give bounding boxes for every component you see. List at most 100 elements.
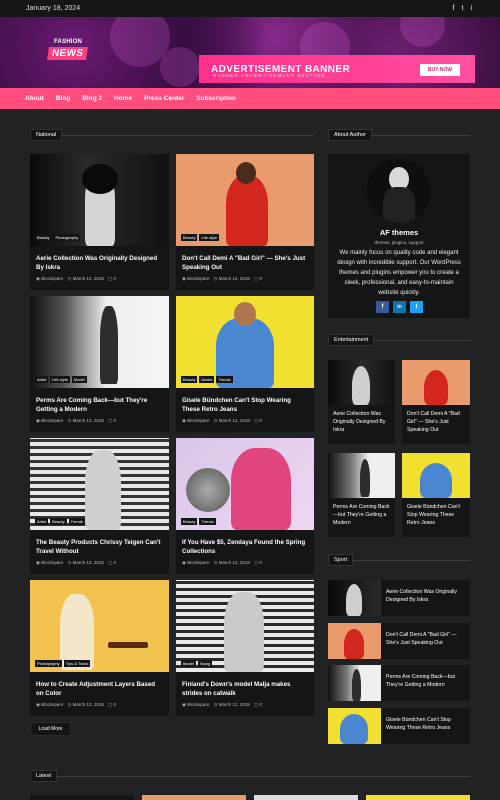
tag-badge[interactable]: Photography [53, 234, 81, 241]
article-image[interactable] [328, 708, 381, 744]
article-card[interactable]: Artist Life style Model Perms Are Coming… [30, 296, 169, 432]
article-title[interactable]: If You Have $5, Zendaya Found the Spring… [182, 538, 308, 556]
latest-card-image[interactable] [30, 795, 134, 800]
facebook-icon[interactable]: f [453, 5, 455, 12]
article-image[interactable] [176, 154, 314, 246]
tag-badge[interactable]: Trends [216, 376, 233, 383]
sport-list-item[interactable]: Perms Are Coming Back—but They're Gettin… [328, 665, 470, 701]
author-name[interactable]: ◉ Blockspare [36, 276, 63, 282]
nav-item-subscription[interactable]: Subscription [196, 95, 236, 102]
tag-badge[interactable]: Artist [35, 376, 49, 383]
article-title[interactable]: Perms Are Coming Back—but They're Gettin… [386, 673, 466, 689]
article-title[interactable]: Perms Are Coming Back—but They're Gettin… [333, 503, 391, 527]
article-title[interactable]: Finland's Down's model Malja makes strid… [182, 680, 308, 698]
article-card[interactable]: Beauty Model Trends Gisele Bündchen Can'… [176, 296, 314, 432]
article-title[interactable]: Perms Are Coming Back—but They're Gettin… [36, 396, 163, 414]
article-card[interactable]: Beauty Trends If You Have $5, Zendaya Fo… [176, 438, 314, 574]
sport-list-item[interactable]: Aerie Collection Was Originally Designed… [328, 580, 470, 616]
article-image[interactable] [402, 360, 470, 405]
entertainment-card[interactable]: Aerie Collection Was Originally Designed… [328, 360, 395, 444]
comment-count[interactable]: ▢ 0 [254, 418, 262, 424]
article-image[interactable] [402, 453, 470, 498]
latest-card-image[interactable] [254, 795, 358, 800]
nav-item-press-center[interactable]: Press Center [144, 95, 184, 102]
load-more-button[interactable]: Load More [30, 722, 71, 736]
article-card[interactable]: Beauty Life style Don't Call Demi A "Bad… [176, 154, 314, 290]
article-card[interactable]: Beauty Photography Aerie Collection Was … [30, 154, 169, 290]
tag-badge[interactable]: Model [199, 376, 215, 383]
entertainment-card[interactable]: Don't Call Demi A "Bad Girl" — She's Jus… [402, 360, 470, 444]
tag-badge[interactable]: Life style [50, 376, 70, 383]
advertisement-banner[interactable]: ADVERTISEMENT BANNER BANNER ADVERTISEMEN… [199, 55, 475, 83]
author-name[interactable]: ◉ Blockspare [36, 418, 63, 424]
tag-badge[interactable]: Photography [35, 660, 62, 667]
site-logo[interactable]: FASHION NEWS [47, 39, 90, 65]
nav-item-blog[interactable]: Blog [56, 95, 70, 102]
nav-item-home[interactable]: Home [114, 95, 132, 102]
article-title[interactable]: Aerie Collection Was Originally Designed… [333, 410, 391, 434]
author-name[interactable]: ◉ Blockspare [36, 560, 63, 566]
article-title[interactable]: How to Create Adjustment Layers Based on… [36, 680, 163, 698]
twitter-icon[interactable]: t [461, 5, 463, 12]
latest-card-image[interactable] [366, 795, 470, 800]
article-image[interactable] [328, 453, 395, 498]
article-image[interactable] [176, 580, 314, 672]
tag-badge[interactable]: Model [181, 660, 196, 667]
tag-badge[interactable]: Beauty [181, 234, 198, 241]
tag-badge[interactable]: Beauty [50, 518, 67, 525]
article-image[interactable] [30, 580, 169, 672]
article-title[interactable]: Aerie Collection Was Originally Designed… [386, 588, 466, 604]
latest-card-image[interactable] [142, 795, 246, 800]
article-title[interactable]: Don't Call Demi A "Bad Girl" — She's Jus… [407, 410, 466, 434]
article-image[interactable] [30, 296, 169, 388]
buy-now-button[interactable]: BUY NOW [419, 64, 460, 76]
article-title[interactable]: Don't Call Demi A "Bad Girl" — She's Jus… [386, 631, 466, 647]
comment-count[interactable]: ▢ 0 [108, 276, 116, 282]
author-name[interactable]: ◉ Blockspare [182, 560, 209, 566]
facebook-icon[interactable]: f [376, 301, 389, 313]
article-title[interactable]: The Beauty Products Chrissy Teigen Can't… [36, 538, 163, 556]
author-name[interactable]: ◉ Blockspare [36, 702, 63, 708]
entertainment-card[interactable]: Perms Are Coming Back—but They're Gettin… [328, 453, 395, 537]
sport-list-item[interactable]: Don't Call Demi A "Bad Girl" — She's Jus… [328, 623, 470, 659]
nav-item-about[interactable]: About [25, 95, 44, 102]
article-card[interactable]: Artist Beauty Trends The Beauty Products… [30, 438, 169, 574]
article-title[interactable]: Gisele Bündchen Can't Stop Wearing These… [386, 716, 466, 732]
comment-count[interactable]: ▢ 0 [254, 560, 262, 566]
instagram-icon[interactable]: i [470, 5, 472, 12]
article-card[interactable]: Model Swag Finland's Down's model Malja … [176, 580, 314, 716]
article-image[interactable] [328, 360, 395, 405]
tag-badge[interactable]: Beauty [181, 376, 198, 383]
article-image[interactable] [328, 580, 381, 616]
tag-badge[interactable]: Beauty [35, 234, 52, 241]
author-name[interactable]: ◉ Blockspare [182, 702, 209, 708]
article-image[interactable] [176, 438, 314, 530]
tag-badge[interactable]: Trends [199, 518, 216, 525]
tag-badge[interactable]: Beauty [181, 518, 198, 525]
article-title[interactable]: Gisele Bündchen Can't Stop Wearing These… [407, 503, 466, 527]
tag-badge[interactable]: Tips & Tricks [63, 660, 91, 667]
sport-list-item[interactable]: Gisele Bündchen Can't Stop Wearing These… [328, 708, 470, 744]
article-image[interactable] [328, 623, 381, 659]
article-title[interactable]: Aerie Collection Was Originally Designed… [36, 254, 163, 272]
twitter-icon[interactable]: t [410, 301, 423, 313]
tag-badge[interactable]: Trends [68, 518, 85, 525]
entertainment-card[interactable]: Gisele Bündchen Can't Stop Wearing These… [402, 453, 470, 537]
comment-count[interactable]: ▢ 0 [108, 418, 116, 424]
comment-count[interactable]: ▢ 0 [108, 702, 116, 708]
linkedin-icon[interactable]: in [393, 301, 406, 313]
article-title[interactable]: Don't Call Demi A "Bad Girl" — She's Jus… [182, 254, 308, 272]
nav-item-blog-2[interactable]: Blog 2 [82, 95, 102, 102]
author-name[interactable]: ◉ Blockspare [182, 276, 209, 282]
tag-badge[interactable]: Swag [197, 660, 212, 667]
comment-count[interactable]: ▢ 0 [254, 276, 262, 282]
tag-badge[interactable]: Life style [199, 234, 220, 241]
article-image[interactable] [176, 296, 314, 388]
article-card[interactable]: Photography Tips & Tricks How to Create … [30, 580, 169, 716]
tag-badge[interactable]: Artist [35, 518, 49, 525]
author-name[interactable]: ◉ Blockspare [182, 418, 209, 424]
article-image[interactable] [30, 438, 169, 530]
comment-count[interactable]: ▢ 0 [108, 560, 116, 566]
article-title[interactable]: Gisele Bündchen Can't Stop Wearing These… [182, 396, 308, 414]
article-image[interactable] [328, 665, 381, 701]
